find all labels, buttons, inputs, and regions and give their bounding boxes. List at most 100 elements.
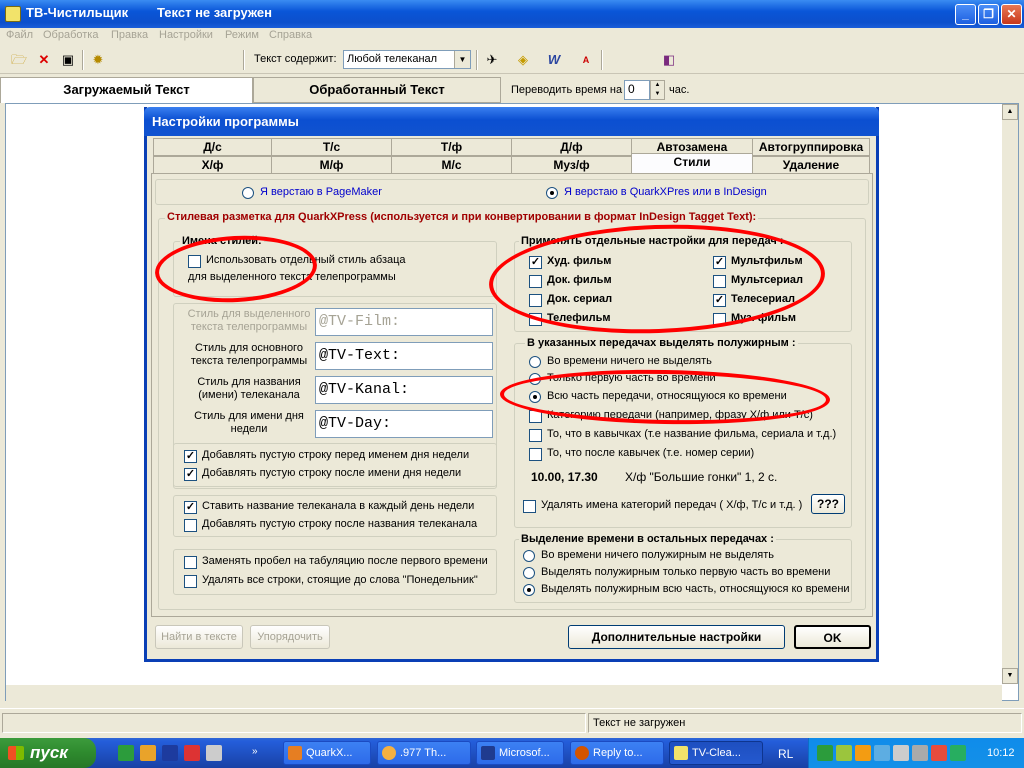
tray-icon-1[interactable] xyxy=(817,745,833,761)
shift-time-input[interactable]: 0 xyxy=(624,80,650,100)
blank-after-day-checkbox[interactable]: ✓ xyxy=(184,468,197,481)
task-977[interactable]: .977 Th... xyxy=(377,741,471,765)
blank-before-day-checkbox[interactable]: ✓ xyxy=(184,450,197,463)
remove-categories-checkbox[interactable] xyxy=(523,500,536,513)
example-times: 10.00, 17.30 xyxy=(531,470,598,484)
tab-muzf[interactable]: Муз/ф xyxy=(511,156,632,174)
bold-after-quotes-checkbox[interactable] xyxy=(529,448,542,461)
help-button[interactable]: ??? xyxy=(811,494,845,514)
ok-button[interactable]: OK xyxy=(794,625,871,649)
tab-tf[interactable]: Т/ф xyxy=(391,138,512,156)
day-options-group: ✓ Добавлять пустую строку перед именем д… xyxy=(173,443,497,487)
tab-autogroup[interactable]: Автогруппировка xyxy=(752,138,870,156)
quark-group-label: Стилевая разметка для QuarkXPress (испол… xyxy=(165,211,759,223)
style-film-input[interactable]: @TV-Film: xyxy=(315,308,493,336)
tray-icon-3[interactable] xyxy=(855,745,871,761)
tab-df[interactable]: Д/ф xyxy=(511,138,632,156)
chevron-down-icon[interactable]: ▼ xyxy=(454,51,470,68)
task-tv-cleaner[interactable]: TV-Clea... xyxy=(669,741,763,765)
quicklaunch-icon-3[interactable] xyxy=(162,745,178,761)
window-title-bar[interactable]: ТВ-Чистильщик Текст не загружен _ ❐ ✕ xyxy=(0,0,1024,28)
tab-processed-text[interactable]: Обработанный Текст xyxy=(253,77,501,103)
task-quark[interactable]: QuarkX... xyxy=(283,741,371,765)
language-indicator[interactable]: RL xyxy=(778,747,793,761)
tab-ds[interactable]: Д/с xyxy=(153,138,272,156)
tab-loaded-text[interactable]: Загружаемый Текст xyxy=(0,77,253,103)
book-icon[interactable]: ◧ xyxy=(659,50,679,70)
close-button[interactable]: ✕ xyxy=(1001,4,1022,25)
shift-time-spinner[interactable]: ▲ ▼ xyxy=(650,80,665,100)
maximize-button[interactable]: ❐ xyxy=(978,4,999,25)
bold-after-quotes-label: То, что после кавычек (т.е. номер серии) xyxy=(547,447,755,459)
delete-before-monday-checkbox[interactable] xyxy=(184,575,197,588)
clock[interactable]: 10:12 xyxy=(987,747,1015,759)
app-icon xyxy=(5,6,21,22)
quicklaunch-chevron-icon[interactable]: » xyxy=(252,746,258,757)
menu-process[interactable]: Обработка xyxy=(43,29,98,41)
open-folder-icon[interactable]: 🗁 xyxy=(9,50,29,70)
bold-nothing-radio[interactable] xyxy=(529,356,541,368)
menu-file[interactable]: Файл xyxy=(6,29,33,41)
volume-icon[interactable] xyxy=(912,745,928,761)
wizard-icon[interactable]: ✈ xyxy=(482,50,502,70)
tab-styles[interactable]: Стили xyxy=(631,153,753,174)
tab-after-time-checkbox[interactable] xyxy=(184,556,197,569)
gear-icon[interactable]: ✹ xyxy=(88,50,108,70)
other-nothing-radio[interactable] xyxy=(523,550,535,562)
channel-every-day-checkbox[interactable]: ✓ xyxy=(184,501,197,514)
start-button[interactable]: пуск xyxy=(0,738,96,768)
tray-icon-8[interactable] xyxy=(950,745,966,761)
tab-hf[interactable]: Х/ф xyxy=(153,156,272,174)
tray-icon-5[interactable] xyxy=(893,745,909,761)
find-in-text-button[interactable]: Найти в тексте xyxy=(155,625,243,649)
taskbar: пуск » QuarkX... .977 Th... Microsof... … xyxy=(0,738,1024,768)
vertical-scrollbar[interactable]: ▲ ▼ xyxy=(1002,104,1018,684)
tab-ts[interactable]: Т/с xyxy=(271,138,392,156)
tab-mf[interactable]: М/ф xyxy=(271,156,392,174)
style-day-input[interactable]: @TV-Day: xyxy=(315,410,493,438)
sort-button[interactable]: Упорядочить xyxy=(250,625,330,649)
example-rest: Х/ф "Большие гонки" 1, 2 с. xyxy=(625,470,778,484)
other-whole-radio[interactable] xyxy=(523,584,535,596)
more-settings-button[interactable]: Дополнительные настройки xyxy=(568,625,785,649)
channel-select[interactable]: Любой телеканал ▼ xyxy=(343,50,471,69)
text-contains-label: Текст содержит: xyxy=(254,53,337,65)
task-microsoft[interactable]: Microsof... xyxy=(476,741,564,765)
radio-pagemaker[interactable] xyxy=(242,187,254,199)
tray-icon-4[interactable] xyxy=(874,745,890,761)
style-kanal-input[interactable]: @TV-Kanal: xyxy=(315,376,493,404)
channel-every-day-label: Ставить название телеканала в каждый ден… xyxy=(202,500,475,512)
task-icon xyxy=(481,746,495,760)
radio-quark[interactable] xyxy=(546,187,558,199)
radio-quark-label: Я верстаю в QuarkXPres или в InDesign xyxy=(564,186,767,198)
tray-icon-2[interactable] xyxy=(836,745,852,761)
menu-help[interactable]: Справка xyxy=(269,29,312,41)
quicklaunch-icon-4[interactable] xyxy=(184,745,200,761)
menu-mode[interactable]: Режим xyxy=(225,29,259,41)
bold-selected-label: В указанных передачах выделять полужирны… xyxy=(525,337,798,349)
menu-settings[interactable]: Настройки xyxy=(159,29,213,41)
style-kanal-label: Стиль для названия (имени) телеканала xyxy=(197,376,301,401)
tab-delete[interactable]: Удаление xyxy=(752,156,870,174)
style-text-input[interactable]: @TV-Text: xyxy=(315,342,493,370)
save-icon[interactable]: ▣ xyxy=(58,50,78,70)
minimize-button[interactable]: _ xyxy=(955,4,976,25)
shift-time-label: Переводить время на xyxy=(511,84,623,96)
blank-after-channel-checkbox[interactable] xyxy=(184,519,197,532)
quicklaunch-icon-1[interactable] xyxy=(118,745,134,761)
forward-icon[interactable]: ◈ xyxy=(513,50,533,70)
horizontal-scrollbar[interactable] xyxy=(6,685,1002,701)
delete-icon[interactable]: ✕ xyxy=(34,50,54,70)
tab-ms[interactable]: М/с xyxy=(391,156,512,174)
adobe-icon[interactable]: A xyxy=(576,50,596,70)
quicklaunch-icon-2[interactable] xyxy=(140,745,156,761)
tray-icon-7[interactable] xyxy=(931,745,947,761)
word-icon[interactable]: W xyxy=(544,50,564,70)
bold-nothing-label: Во времени ничего не выделять xyxy=(547,355,712,367)
other-first-part-radio[interactable] xyxy=(523,567,535,579)
menu-edit[interactable]: Правка xyxy=(111,29,148,41)
quicklaunch-icon-5[interactable] xyxy=(206,745,222,761)
task-icon xyxy=(575,746,589,760)
task-reply[interactable]: Reply to... xyxy=(570,741,664,765)
bold-quotes-checkbox[interactable] xyxy=(529,429,542,442)
